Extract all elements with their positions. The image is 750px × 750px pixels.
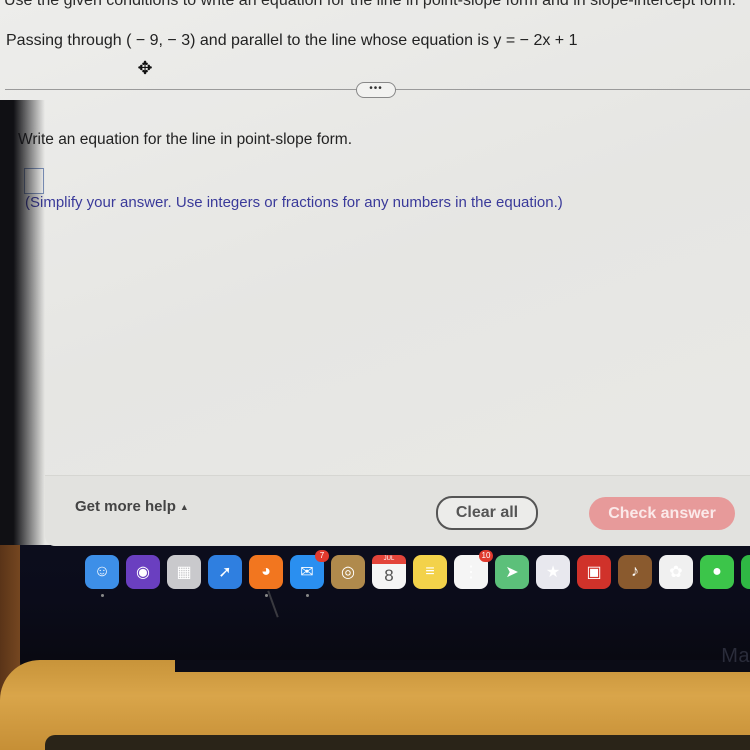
question-prompt: Write an equation for the line in point-… xyxy=(18,131,353,148)
device-brand-label: Ma xyxy=(721,645,750,667)
dock-app-firefox[interactable]: ◕ xyxy=(249,555,283,597)
notes-icon: ≡ xyxy=(425,563,435,580)
dock-app-finder[interactable]: ☺ xyxy=(85,555,119,597)
dock-app-imovie[interactable]: ★ xyxy=(536,555,570,589)
dock-app-messages[interactable]: ● xyxy=(700,555,734,589)
calendar-day-label: 8 xyxy=(384,566,394,585)
check-answer-button[interactable]: Check answer xyxy=(589,497,735,530)
problem-statement: Passing through ( − 9, − 3) and parallel… xyxy=(6,32,578,49)
calendar-month-label: JUL xyxy=(372,555,406,564)
move-cursor-icon: ✥ xyxy=(137,58,153,78)
get-more-help-label: Get more help xyxy=(75,498,176,515)
maps-icon: ➤ xyxy=(505,564,519,581)
problem-instructions: Use the given conditions to write an equ… xyxy=(4,0,736,9)
dock-app-launchpad[interactable]: ▦ xyxy=(167,555,201,589)
imovie-icon: ★ xyxy=(545,564,561,581)
photos-icon: ✿ xyxy=(669,564,683,581)
mail-icon: ✉ xyxy=(300,564,314,581)
firefox-icon: ◕ xyxy=(261,563,271,580)
dock-app-reminders[interactable]: ⋮ 10 xyxy=(454,550,493,589)
macos-dock: ☺ ◉ ▦ ➚ ◕ ✉ 7 ◎ JUL 8 ≡ ⋮ 10 ➤ ★ ▣ ♪ ✿ ● xyxy=(85,550,750,597)
reminders-icon: ⋮ xyxy=(463,564,479,581)
screen-edge-shadow xyxy=(0,100,45,545)
running-indicator xyxy=(305,594,309,597)
dock-app-safari[interactable]: ➚ xyxy=(208,555,242,589)
keyboard-edge xyxy=(45,735,750,750)
expand-problem-button[interactable]: ••• xyxy=(356,82,396,98)
dock-app-contacts[interactable]: ◎ xyxy=(331,555,365,589)
dock-app-photos[interactable]: ✿ xyxy=(659,555,693,589)
dock-app-garageband[interactable]: ♪ xyxy=(618,555,652,589)
notification-badge: 10 xyxy=(479,550,493,562)
contacts-icon: ◎ xyxy=(341,564,355,581)
get-more-help-button[interactable]: Get more help ▲ xyxy=(75,498,189,515)
laptop-hinge xyxy=(175,660,750,672)
caret-up-icon: ▲ xyxy=(179,502,189,513)
safari-icon: ➚ xyxy=(218,564,232,581)
dock-app-maps[interactable]: ➤ xyxy=(495,555,529,589)
dock-app-siri[interactable]: ◉ xyxy=(126,555,160,589)
clear-all-button[interactable]: Clear all xyxy=(436,496,538,530)
garageband-icon: ♪ xyxy=(631,563,639,580)
running-indicator xyxy=(100,594,104,597)
siri-icon: ◉ xyxy=(136,564,150,581)
dock-app-photo-booth[interactable]: ▣ xyxy=(577,555,611,589)
notification-badge: 7 xyxy=(315,550,329,562)
dock-app-facetime[interactable] xyxy=(741,555,750,589)
photo-booth-icon: ▣ xyxy=(586,564,602,581)
messages-icon: ● xyxy=(712,563,722,580)
dock-app-notes[interactable]: ≡ xyxy=(413,555,447,589)
launchpad-icon: ▦ xyxy=(176,564,192,581)
dock-app-calendar[interactable]: JUL 8 xyxy=(372,555,406,589)
answer-hint: (Simplify your answer. Use integers or f… xyxy=(25,194,563,211)
running-indicator xyxy=(264,594,268,597)
finder-icon: ☺ xyxy=(93,563,111,580)
browser-screen: Use the given conditions to write an equ… xyxy=(0,0,750,546)
dock-app-mail[interactable]: ✉ 7 xyxy=(290,550,329,597)
